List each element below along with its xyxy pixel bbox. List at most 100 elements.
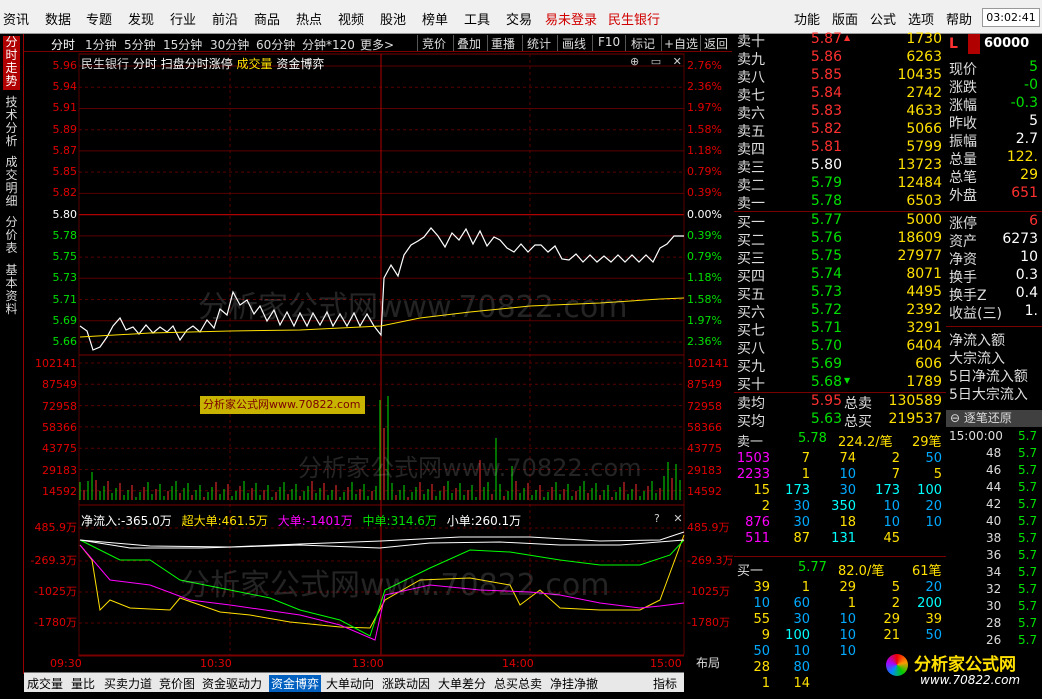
sell-level-row[interactable]: 卖九 5.86 6263: [734, 49, 946, 68]
percent-tick-label: 1.18%: [687, 271, 722, 285]
queue-amount: 82.0/笔: [838, 564, 885, 579]
tick-panel-header[interactable]: ⊖ 逐笔还原: [946, 410, 1042, 427]
buy-level-row[interactable]: 买二 5.76 18609: [734, 230, 946, 249]
book-level-label: 买五: [737, 287, 765, 303]
logo-name: 分析家公式网: [914, 655, 1016, 675]
queue-order-volume: 10: [793, 644, 810, 659]
sell-level-row[interactable]: 卖六 5.83 4633: [734, 103, 946, 122]
fund-flow-label: 5日净流入额: [949, 369, 1028, 385]
indicator-tab-buy-sell-force[interactable]: 买卖力道: [104, 675, 152, 692]
volume-tick-label: 102141: [687, 357, 729, 370]
queue-order-volume: 39: [753, 580, 770, 595]
sell-level-row[interactable]: 卖二 5.79 12484: [734, 175, 946, 194]
fund-flow-row: 5日净流入额: [946, 366, 1042, 385]
indicator-tab-total-bs[interactable]: 总买总卖: [494, 675, 542, 692]
buy-level-row[interactable]: 买五 5.73 4495: [734, 284, 946, 303]
sell-level-row[interactable]: 卖一 5.78 6503: [734, 193, 946, 212]
book-level-label: 卖二: [737, 178, 765, 194]
buy-level-row[interactable]: 买六 5.72 2392: [734, 302, 946, 321]
flow-help-icon[interactable]: ?: [654, 512, 660, 525]
indicator-tab-change-cause[interactable]: 涨跌动因: [382, 675, 430, 692]
buy-level-row[interactable]: 买七 5.71 3291: [734, 320, 946, 339]
chart-settings-icon[interactable]: ⊕: [630, 55, 639, 68]
tick-second: 48: [986, 446, 1002, 460]
info-row: 昨收 5: [946, 113, 1042, 132]
average-row[interactable]: 卖均 5.95 总卖 130589: [734, 393, 946, 412]
chart-title-study1: 扫盘分时涨停: [160, 57, 233, 71]
layout-button[interactable]: 布局: [684, 655, 732, 672]
time-tick-label: 09:30: [50, 657, 82, 670]
fund-flow-row: 大宗流入: [946, 348, 1042, 367]
price-tick-label: 5.73: [52, 271, 78, 285]
menu-item-options[interactable]: 选项: [908, 9, 934, 28]
indicator-tab-fund-game[interactable]: 资金博弈: [269, 675, 322, 692]
indicator-tab-big-order[interactable]: 大单动向: [326, 675, 374, 692]
sell-queue-row: 511 87 131 45: [734, 531, 946, 547]
indicator-tab-volume[interactable]: 成交量: [27, 675, 63, 692]
queue-order-volume: 18: [839, 515, 856, 530]
chart-minimize-icon[interactable]: ▭: [651, 55, 661, 68]
volume-tick-label: 14592: [687, 484, 722, 498]
sell-level-row[interactable]: 卖五 5.82 5066: [734, 121, 946, 140]
info-row: 换手 0.3: [946, 267, 1042, 286]
sell-level-row[interactable]: 卖八 5.85 10435: [734, 67, 946, 86]
queue-order-volume: 9: [761, 628, 770, 643]
buy-level-row[interactable]: 买一 5.77 5000: [734, 212, 946, 231]
time-tick-label: 14:00: [502, 657, 534, 670]
buy-level-row[interactable]: 买十 5.68 ▼ 1789: [734, 374, 946, 393]
sell-level-row[interactable]: 卖十 5.87 ▲ 1730: [734, 31, 946, 50]
buy-level-row[interactable]: 买三 5.75 27977: [734, 248, 946, 267]
buy-level-row[interactable]: 买八 5.70 6404: [734, 338, 946, 357]
buy-level-row[interactable]: 买四 5.74 8071: [734, 266, 946, 285]
info-value: 5: [1029, 113, 1038, 129]
book-level-label: 卖三: [737, 160, 765, 176]
indicator-tab-auction[interactable]: 竞价图: [159, 675, 195, 692]
sell-level-row[interactable]: 卖四 5.81 5799: [734, 139, 946, 158]
indicator-tab-big-order-diff[interactable]: 大单差分: [438, 675, 486, 692]
book-level-label: 卖五: [737, 124, 765, 140]
menu-item-function[interactable]: 功能: [794, 9, 820, 28]
volume-tick-label: 87549: [42, 378, 77, 392]
chart-close-icon[interactable]: ✕: [673, 55, 682, 68]
queue-order-volume: 1: [761, 676, 770, 691]
info-value: 651: [1011, 185, 1038, 201]
stock-code: 60000: [984, 36, 1030, 51]
tick-price: 5.7: [1018, 582, 1038, 596]
queue-order-volume: 173: [785, 483, 810, 498]
flow-close-icon[interactable]: ✕: [673, 512, 682, 525]
queue-order-volume: 30: [793, 612, 810, 627]
queue-order-volume: 10: [925, 515, 942, 530]
indicator-tab-net-order[interactable]: 净挂净撤: [550, 675, 598, 692]
flow-tick-label: -1025万: [34, 585, 77, 598]
indicator-tab-indicator[interactable]: 指标: [653, 675, 677, 692]
queue-order-volume: 7: [801, 451, 810, 466]
fund-flow-label: 大宗流入: [949, 351, 1005, 367]
sell-level-row[interactable]: 卖七 5.84 2742: [734, 85, 946, 104]
queue-order-volume: 10: [753, 596, 770, 611]
volume-tick-label: 58366: [42, 420, 77, 434]
average-row[interactable]: 买均 5.63 总买 219537: [734, 411, 946, 430]
queue-order-volume: 10: [883, 499, 900, 514]
percent-tick-label: 0.39%: [687, 186, 722, 200]
book-level-label: 买三: [737, 251, 765, 267]
buy-queue-row: 55 30 10 29 39: [734, 612, 946, 628]
book-level-label: 买六: [737, 305, 765, 321]
percent-tick-label: 2.36%: [687, 80, 722, 94]
menu-item-layout[interactable]: 版面: [832, 9, 858, 28]
book-volume: 1730: [906, 31, 942, 47]
buy-level-row[interactable]: 买九 5.69 606: [734, 356, 946, 375]
menu-item-formula[interactable]: 公式: [870, 9, 896, 28]
buy-queue-row: 10 60 1 2 200: [734, 596, 946, 612]
tick-time: 15:00:00: [949, 429, 1003, 443]
book-volume: 12484: [897, 175, 942, 191]
indicator-tab-fund-drive[interactable]: 资金驱动力: [202, 675, 262, 692]
book-price: 5.78: [810, 193, 842, 209]
tick-price: 5.7: [1018, 480, 1038, 494]
watermark-banner: 分析家公式网www.70822.com: [200, 396, 365, 414]
menu-item-help[interactable]: 帮助: [946, 9, 972, 28]
book-price: 5.74: [810, 266, 842, 282]
sell-level-row[interactable]: 卖三 5.80 13723: [734, 157, 946, 176]
indicator-tab-volume-ratio[interactable]: 量比: [71, 675, 95, 692]
info-row: 收益(三) 1.: [946, 303, 1042, 322]
collapse-icon[interactable]: ⊖: [950, 411, 964, 425]
